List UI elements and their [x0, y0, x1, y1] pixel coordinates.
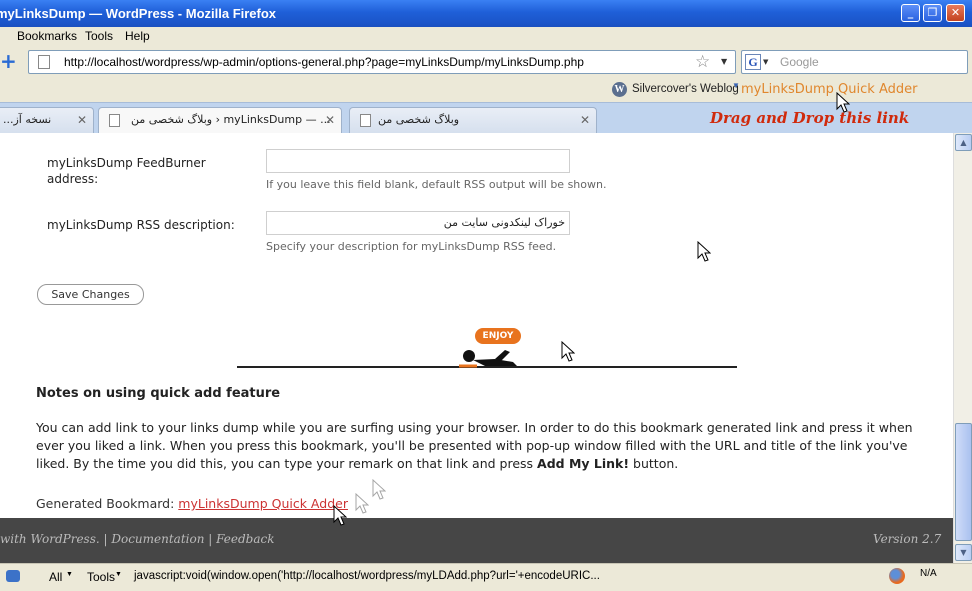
notes-body-end: button.: [629, 456, 679, 471]
status-url: javascript:void(window.open('http://loca…: [134, 570, 600, 582]
search-placeholder: Google: [780, 55, 819, 69]
rss-description-label: myLinksDump RSS description:: [47, 218, 235, 232]
status-tools-dropdown-icon[interactable]: ▼: [115, 571, 122, 578]
google-icon[interactable]: G: [745, 54, 761, 70]
status-dropdown-icon[interactable]: [6, 570, 20, 582]
scroll-thumb[interactable]: [955, 423, 972, 541]
notes-title: Notes on using quick add feature: [36, 386, 281, 401]
tab-3-page-icon: [360, 114, 371, 127]
tab-3-label: وبلاگ شخصی من: [378, 113, 460, 126]
notes-body-text: You can add link to your links dump whil…: [36, 420, 913, 471]
generated-bookmark-line: Generated Bookmard: myLinksDump Quick Ad…: [36, 496, 348, 511]
bookmarks-toolbar: W Silvercover's Weblog ▼ myLinksDump Qui…: [0, 77, 972, 102]
footer-version: Version 2.7: [873, 532, 942, 546]
rss-description-hint: Specify your description for myLinksDump…: [266, 240, 557, 253]
bookmark-star-icon[interactable]: ☆: [695, 51, 710, 73]
generated-bookmark-label: Generated Bookmard:: [36, 496, 175, 511]
close-button[interactable]: ✕: [946, 4, 965, 22]
navigation-toolbar: + http://localhost/wordpress/wp-admin/op…: [0, 47, 972, 77]
drag-drop-overlay-text: Drag and Drop this link: [710, 109, 910, 127]
minimize-button[interactable]: _: [901, 4, 920, 22]
bookmark-silvercover[interactable]: Silvercover's Weblog: [632, 83, 739, 95]
tab-3[interactable]: وبلاگ شخصی من ✕: [349, 107, 597, 133]
window-title: myLinksDump — WordPress - Mozilla Firefo…: [0, 6, 277, 21]
add-tab-icon[interactable]: +: [0, 51, 17, 72]
status-all-dropdown-icon[interactable]: ▼: [66, 571, 73, 578]
save-changes-button[interactable]: Save Changes: [37, 284, 144, 305]
tab-2-label: وبلاگ شخصی من › myLinksDump — ...: [131, 113, 331, 126]
drop-marker-icon: ▼: [732, 81, 740, 90]
wordpress-icon: W: [612, 82, 627, 97]
page-content: myLinksDump FeedBurner address: If you l…: [0, 133, 953, 518]
rss-description-input[interactable]: خوراک لینکدونی سایت من: [266, 211, 570, 235]
relaxing-person-icon: [459, 350, 517, 368]
url-dropdown-icon[interactable]: ▼: [721, 51, 727, 73]
tab-2[interactable]: وبلاگ شخصی من › myLinksDump — ... ✕: [98, 107, 342, 134]
scroll-down-button[interactable]: ▼: [955, 544, 972, 561]
tab-2-page-icon: [109, 114, 120, 127]
status-tools-menu[interactable]: Tools: [87, 570, 115, 584]
tab-1-close-icon[interactable]: ✕: [77, 108, 87, 132]
menu-tools[interactable]: Tools: [85, 29, 113, 43]
feedburner-hint: If you leave this field blank, default R…: [266, 178, 607, 191]
menu-bookmarks[interactable]: Bookmarks: [17, 29, 77, 43]
firefox-icon: [889, 568, 905, 584]
status-bar: All ▼ Tools ▼ javascript:void(window.ope…: [0, 563, 972, 591]
tab-2-close-icon[interactable]: ✕: [325, 108, 335, 132]
vertical-scrollbar[interactable]: ▲ ▼: [953, 133, 972, 563]
generated-bookmark-link[interactable]: myLinksDump Quick Adder: [178, 496, 348, 511]
feedburner-input[interactable]: [266, 149, 570, 173]
maximize-button[interactable]: ❐: [923, 4, 942, 22]
page-icon: [38, 55, 50, 69]
search-engine-dropdown-icon[interactable]: ▼: [763, 51, 768, 73]
window-title-bar: myLinksDump — WordPress - Mozilla Firefo…: [0, 0, 972, 27]
url-text: http://localhost/wordpress/wp-admin/opti…: [64, 55, 584, 69]
url-bar[interactable]: http://localhost/wordpress/wp-admin/opti…: [28, 50, 736, 74]
tab-1[interactable]: نسخه آز... ✕: [0, 107, 94, 133]
status-all-filter[interactable]: All: [49, 570, 62, 584]
notes-body: You can add link to your links dump whil…: [36, 419, 936, 473]
tab-bar: نسخه آز... ✕ وبلاگ شخصی من › myLinksDump…: [0, 102, 972, 134]
notes-bold-text: Add My Link!: [537, 456, 630, 471]
menu-help[interactable]: Help: [125, 29, 150, 43]
dragged-bookmark-link[interactable]: myLinksDump Quick Adder: [741, 82, 917, 97]
admin-footer: with WordPress. | Documentation | Feedba…: [0, 518, 953, 563]
menu-bar: Bookmarks Tools Help: [0, 27, 972, 47]
enjoy-illustration: ENJOY: [237, 326, 737, 368]
search-bar[interactable]: G ▼ Google: [741, 50, 968, 74]
status-na: N/A: [920, 568, 937, 579]
footer-links[interactable]: with WordPress. | Documentation | Feedba…: [0, 532, 275, 546]
scroll-up-button[interactable]: ▲: [955, 134, 972, 151]
feedburner-label: myLinksDump FeedBurner address:: [47, 156, 206, 186]
tab-3-close-icon[interactable]: ✕: [580, 108, 590, 132]
tab-1-label: نسخه آز...: [3, 113, 52, 126]
